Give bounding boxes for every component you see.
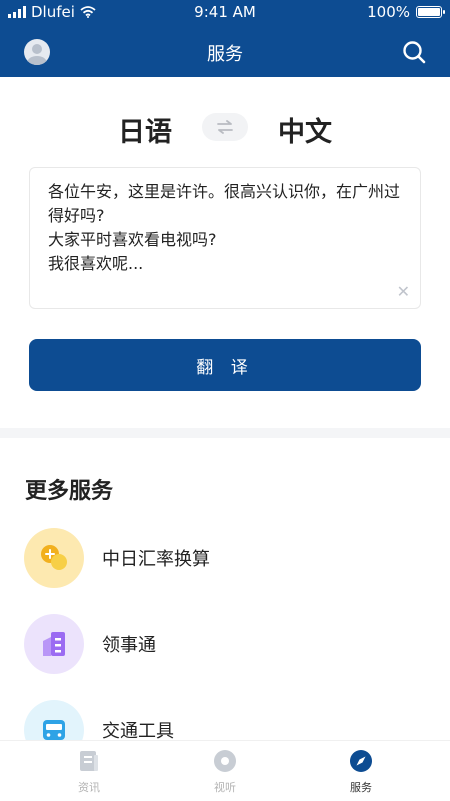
service-label: 中日汇率换算 (102, 549, 210, 570)
compass-icon (350, 750, 372, 772)
tab-services[interactable]: 服务 (286, 741, 436, 801)
tab-media[interactable]: 视听 (150, 741, 300, 801)
battery-percent: 100% (367, 3, 410, 21)
status-bar: Dlufei 9:41 AM 100% (0, 0, 450, 24)
navigation-bar: 服务 (0, 28, 450, 76)
service-label: 领事通 (102, 635, 156, 656)
swap-languages-button[interactable] (202, 113, 248, 141)
translate-button[interactable]: 翻 译 (29, 339, 421, 391)
tab-bar: 资讯 视听 服务 (0, 740, 450, 801)
tab-label: 资讯 (78, 781, 100, 794)
language-selector: 日语 中文 (0, 110, 450, 150)
search-icon[interactable] (402, 40, 426, 64)
battery-icon (416, 6, 445, 18)
tab-news[interactable]: 资讯 (14, 741, 164, 801)
translation-input[interactable]: 各位午安，这里是许许。很高兴认识你，在广州过得好吗? 大家平时喜欢看电视吗? 我… (29, 167, 421, 309)
service-item-consulate[interactable]: 领事通 (24, 614, 424, 676)
news-icon (80, 751, 98, 771)
currency-exchange-icon (24, 528, 84, 588)
swap-arrows-icon (217, 120, 233, 134)
input-text[interactable]: 各位午安，这里是许许。很高兴认识你，在广州过得好吗? 大家平时喜欢看电视吗? 我… (48, 180, 402, 276)
tab-label: 服务 (350, 781, 372, 794)
target-language[interactable]: 中文 (278, 110, 332, 149)
service-item-exchange-rate[interactable]: 中日汇率换算 (24, 528, 424, 590)
clear-icon[interactable]: ✕ (397, 284, 410, 300)
source-language[interactable]: 日语 (118, 110, 172, 149)
media-icon (214, 750, 236, 772)
section-divider (0, 428, 450, 438)
consulate-building-icon (24, 614, 84, 674)
tab-label: 视听 (214, 781, 236, 794)
page-title: 服务 (207, 44, 243, 65)
app-header: Dlufei 9:41 AM 100% 服务 (0, 0, 450, 77)
more-services-title: 更多服务 (25, 479, 114, 504)
